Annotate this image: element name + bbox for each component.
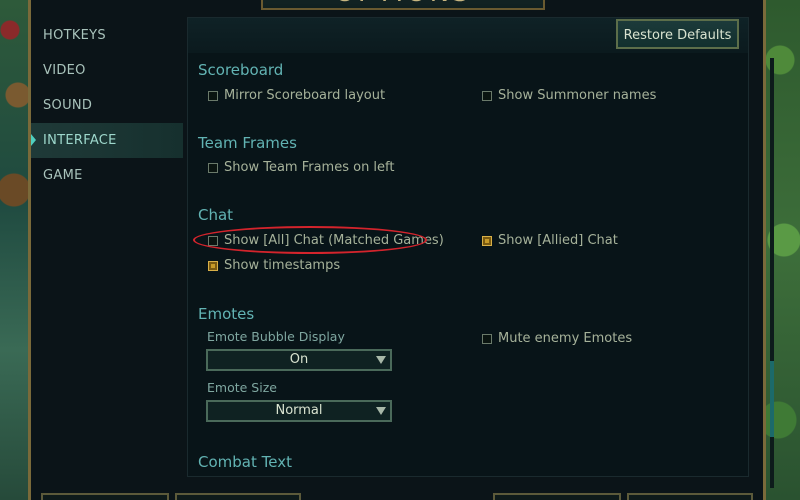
option-label: Show Team Frames on left bbox=[224, 160, 395, 175]
dropdown-value: On bbox=[289, 352, 309, 367]
checkbox-checked[interactable] bbox=[208, 260, 218, 271]
option-label: Mute enemy Emotes bbox=[498, 331, 633, 346]
sidebar-item-interface[interactable]: INTERFACE bbox=[31, 123, 183, 158]
footer-buttons bbox=[31, 493, 769, 500]
sidebar-item-hotkeys[interactable]: HOTKEYS bbox=[31, 18, 183, 53]
checkbox-checked[interactable] bbox=[482, 235, 492, 246]
checkbox[interactable] bbox=[482, 90, 492, 101]
window-title-bar: OPTIONS bbox=[261, 0, 545, 10]
option-mute-enemy-emotes[interactable]: Mute enemy Emotes bbox=[482, 331, 632, 346]
section-title-chat: Chat bbox=[198, 206, 234, 224]
options-sidebar: HOTKEYS VIDEO SOUND INTERFACE GAME bbox=[31, 18, 183, 193]
footer-button[interactable] bbox=[41, 493, 169, 500]
emote-size-dropdown[interactable]: Normal bbox=[206, 400, 392, 422]
option-show-allied-chat[interactable]: Show [Allied] Chat bbox=[482, 233, 618, 248]
option-show-summoner-names[interactable]: Show Summoner names bbox=[482, 88, 656, 103]
chevron-down-icon bbox=[376, 356, 386, 364]
footer-button[interactable] bbox=[627, 493, 753, 500]
option-label: Show [Allied] Chat bbox=[498, 233, 618, 248]
checkbox[interactable] bbox=[208, 90, 218, 101]
scrollbar-thumb[interactable] bbox=[770, 361, 774, 437]
section-title-team-frames: Team Frames bbox=[198, 134, 297, 152]
section-title-emotes: Emotes bbox=[198, 305, 255, 323]
emote-bubble-label: Emote Bubble Display bbox=[207, 329, 345, 344]
options-window: OPTIONS HOTKEYS VIDEO SOUND INTERFACE GA… bbox=[28, 0, 774, 500]
game-background-right bbox=[760, 0, 800, 500]
restore-defaults-button[interactable]: Restore Defaults bbox=[616, 19, 739, 49]
emote-bubble-dropdown[interactable]: On bbox=[206, 349, 392, 371]
checkbox[interactable] bbox=[482, 333, 492, 344]
section-title-scoreboard: Scoreboard bbox=[198, 61, 284, 79]
chevron-down-icon bbox=[376, 407, 386, 415]
section-title-combat-text: Combat Text bbox=[198, 453, 292, 471]
footer-button[interactable] bbox=[493, 493, 621, 500]
option-label: Show timestamps bbox=[224, 258, 341, 273]
sidebar-item-video[interactable]: VIDEO bbox=[31, 53, 183, 88]
option-mirror-scoreboard[interactable]: Mirror Scoreboard layout bbox=[208, 88, 385, 103]
option-label: Show Summoner names bbox=[498, 88, 657, 103]
window-title: OPTIONS bbox=[263, 0, 543, 8]
highlight-annotation bbox=[193, 226, 427, 254]
dropdown-value: Normal bbox=[275, 403, 323, 418]
option-show-timestamps[interactable]: Show timestamps bbox=[208, 258, 340, 273]
option-label: Mirror Scoreboard layout bbox=[224, 88, 386, 103]
checkbox[interactable] bbox=[208, 162, 218, 173]
sidebar-item-game[interactable]: GAME bbox=[31, 158, 183, 193]
footer-button[interactable] bbox=[175, 493, 301, 500]
emote-size-label: Emote Size bbox=[207, 380, 277, 395]
option-team-frames-left[interactable]: Show Team Frames on left bbox=[208, 160, 395, 175]
sidebar-item-sound[interactable]: SOUND bbox=[31, 88, 183, 123]
